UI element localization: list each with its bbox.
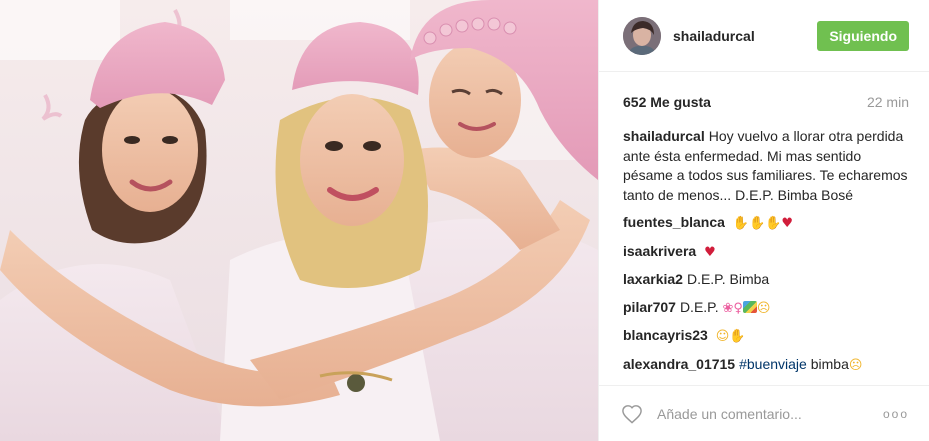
comment-text: bimba	[810, 355, 849, 372]
post-side-panel: shailadurcal Siguiendo 652 Me gusta 22 m…	[598, 0, 929, 441]
heart-outline-icon[interactable]	[621, 404, 643, 424]
hashtag-link[interactable]: #buenviaje	[739, 356, 807, 372]
female-sign-icon: ♀	[733, 300, 743, 316]
post-header: shailadurcal Siguiendo	[599, 0, 929, 72]
comment-username[interactable]: blancayris23	[623, 327, 708, 343]
comment-item: fuentes_blanca ✋✋✋♥	[623, 213, 909, 234]
comment-item: isaakrivera ♥	[623, 242, 909, 263]
comment-username[interactable]: pilar707	[623, 299, 676, 315]
broken-heart-icon: ♥	[781, 216, 794, 231]
crying-face-icon: ☹	[756, 300, 771, 316]
comment-text: D.E.P.	[679, 298, 719, 315]
praying-hands-icon: ✋✋✋	[732, 216, 782, 231]
comment-text: D.E.P. Bimba	[686, 271, 770, 287]
comment-username[interactable]: alexandra_01715	[623, 356, 735, 372]
comment-username[interactable]: fuentes_blanca	[623, 214, 725, 230]
ribbon-icon: ❀	[722, 300, 734, 316]
comment-item: alexandra_01715 #buenviaje bimba☹	[623, 355, 909, 376]
following-button[interactable]: Siguiendo	[817, 20, 909, 51]
likes-count[interactable]: 652 Me gusta	[623, 94, 711, 110]
more-options-icon[interactable]: ooo	[883, 407, 909, 421]
author-avatar[interactable]	[623, 16, 661, 55]
comment-item: blancayris23 ☺✋	[623, 326, 909, 347]
author-username[interactable]: shailadurcal	[673, 28, 817, 44]
comment-username[interactable]: laxarkia2	[623, 271, 683, 287]
relieved-face-icon: ☺	[715, 329, 730, 344]
add-comment-input[interactable]	[655, 404, 883, 423]
photo-illustration	[0, 0, 598, 441]
post-photo[interactable]	[0, 0, 598, 441]
avatar-image-icon	[623, 16, 661, 55]
caption: shailadurcal Hoy vuelvo a llorar otra per…	[623, 127, 909, 205]
instagram-post: shailadurcal Siguiendo 652 Me gusta 22 m…	[0, 0, 929, 441]
broken-heart-icon: ♥	[704, 244, 716, 260]
crying-face-icon: ☹	[848, 357, 863, 373]
comment-item: pilar707 D.E.P. ❀♀ ☹	[623, 298, 909, 319]
comment-item: laxarkia2 D.E.P. Bimba	[623, 270, 909, 290]
praying-hands-icon: ✋	[729, 329, 746, 344]
add-comment-bar: ooo	[599, 385, 929, 441]
comments-list: shailadurcal Hoy vuelvo a llorar otra per…	[599, 110, 929, 375]
post-meta: 652 Me gusta 22 min	[599, 72, 929, 110]
caption-username[interactable]: shailadurcal	[623, 128, 705, 144]
comment-username[interactable]: isaakrivera	[623, 243, 696, 259]
post-timestamp[interactable]: 22 min	[867, 94, 909, 110]
rainbow-icon	[742, 300, 757, 313]
